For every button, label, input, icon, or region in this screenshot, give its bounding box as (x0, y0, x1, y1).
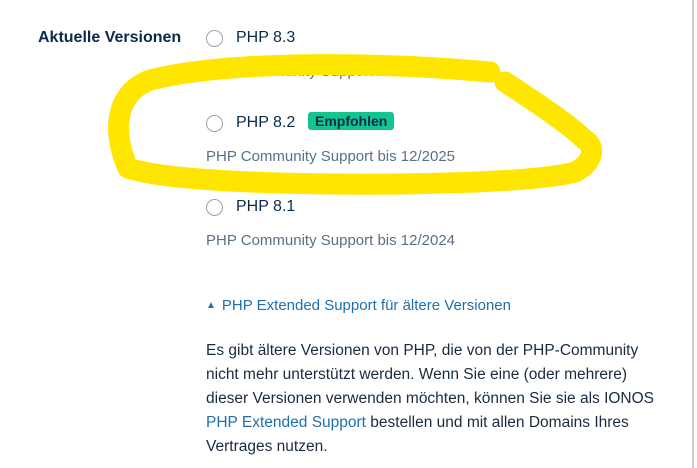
option-label: PHP 8.3 (236, 29, 296, 46)
option-label: PHP 8.2 (236, 114, 296, 131)
extended-description: Es gibt ältere Versionen von PHP, die vo… (206, 339, 666, 459)
radio-php-8-3[interactable] (206, 30, 223, 47)
description-text: Es gibt ältere Versionen von PHP, die vo… (206, 342, 655, 407)
extended-toggle-label: PHP Extended Support für ältere Versione… (221, 297, 511, 314)
radio-php-8-2[interactable] (206, 115, 223, 132)
support-info: PHP Community Support bis 12/2024 (206, 232, 456, 249)
section-label: Aktuelle Versionen (38, 29, 182, 46)
option-label: PHP 8.1 (236, 198, 296, 215)
panel-border (692, 0, 694, 468)
chevron-up-icon: ▲ (206, 300, 216, 311)
recommended-badge: Empfohlen (308, 112, 395, 130)
support-info: PHP Community Support bis 12/2025 (206, 148, 456, 165)
extended-support-link[interactable]: PHP Extended Support (206, 414, 366, 431)
extended-support-toggle[interactable]: ▲ PHP Extended Support für ältere Version… (206, 297, 511, 314)
radio-php-8-1[interactable] (206, 199, 223, 216)
support-info: PHP Community Support bis 12/2026 (206, 63, 456, 80)
